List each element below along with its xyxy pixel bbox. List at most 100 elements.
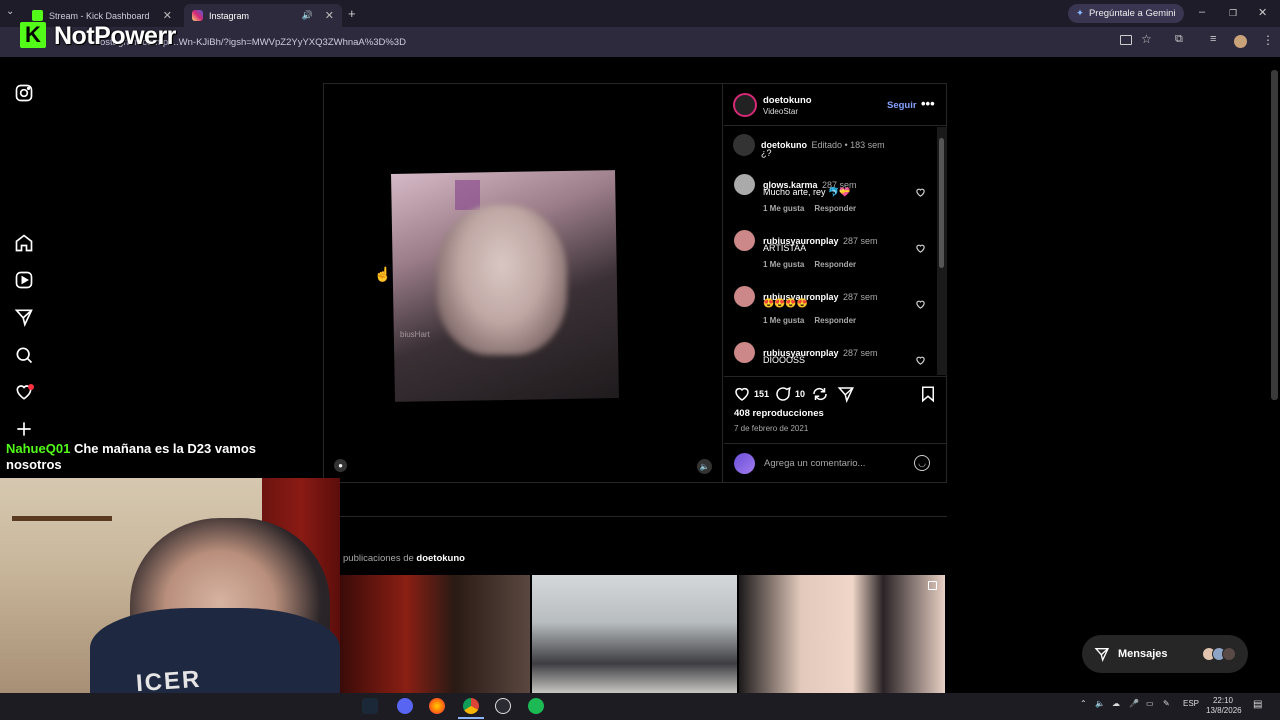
chrome-icon[interactable] xyxy=(463,698,479,714)
network-tray-icon[interactable]: ▭ xyxy=(1146,699,1154,708)
post-author-username[interactable]: doetokuno xyxy=(763,95,812,106)
steam-icon[interactable] xyxy=(362,698,378,714)
pen-tray-icon[interactable]: ✎ xyxy=(1163,699,1170,708)
instagram-favicon-icon xyxy=(192,10,203,21)
comment-text: Mucho arte, rey 🐬💝 xyxy=(763,187,851,197)
hoodie-print: ICER xyxy=(135,665,203,693)
comment-text: DIOOOSS xyxy=(763,355,806,365)
messages-button[interactable]: Mensajes xyxy=(1082,635,1248,673)
save-bookmark-icon[interactable] xyxy=(919,385,937,403)
bookmark-star-icon[interactable]: ☆ xyxy=(1141,32,1152,46)
post-thumbnail[interactable] xyxy=(739,575,945,693)
create-plus-icon[interactable] xyxy=(14,419,34,439)
hand-in-video xyxy=(437,205,567,355)
reply-button[interactable]: Responder xyxy=(814,316,856,325)
maximize-icon[interactable]: ❐ xyxy=(1229,8,1237,19)
comment-likes[interactable]: 1 Me gusta xyxy=(763,204,804,213)
more-posts-heading: publicaciones de doetokuno xyxy=(343,553,465,564)
clock[interactable]: 22:10 13/8/2026 xyxy=(1206,696,1242,716)
mouse-cursor-icon: ☝ xyxy=(374,266,392,282)
like-heart-icon[interactable] xyxy=(733,385,751,403)
profile-avatar[interactable] xyxy=(1234,35,1247,48)
comment-count[interactable]: 10 xyxy=(795,389,805,399)
comment-like-heart-icon[interactable] xyxy=(915,299,926,310)
reply-button[interactable]: Responder xyxy=(814,260,856,269)
discord-icon[interactable] xyxy=(397,698,413,714)
volume-tray-icon[interactable]: 🔈 xyxy=(1095,699,1105,708)
tagged-users-icon[interactable]: ● xyxy=(334,459,347,472)
active-app-indicator xyxy=(458,717,484,719)
input-divider xyxy=(724,443,946,444)
emoji-picker-icon[interactable]: ◡ xyxy=(914,455,930,471)
direct-messages-icon[interactable] xyxy=(14,307,34,327)
comment-text: ARTISTAA xyxy=(763,243,807,253)
new-tab-icon[interactable]: + xyxy=(348,6,356,21)
reading-list-icon[interactable]: ≡ xyxy=(1210,33,1216,45)
cloud-tray-icon[interactable]: ☁ xyxy=(1112,699,1120,708)
post-thumbnail[interactable] xyxy=(532,575,737,693)
browser-menu-icon[interactable]: ⋮ xyxy=(1262,33,1274,47)
search-icon[interactable] xyxy=(14,345,34,365)
comment-bubble-icon[interactable] xyxy=(774,385,792,403)
caption-meta: Editado • 183 sem xyxy=(811,140,885,150)
comments-scroll-thumb[interactable] xyxy=(939,138,944,268)
more-posts-prefix: publicaciones de xyxy=(343,553,414,564)
reels-icon[interactable] xyxy=(14,270,34,290)
background-poster xyxy=(455,180,480,210)
audio-playing-icon[interactable]: 🔊 xyxy=(302,10,313,21)
comment-avatar[interactable] xyxy=(734,342,755,363)
follow-button[interactable]: Seguir xyxy=(887,100,917,111)
post-thumbnail[interactable] xyxy=(340,575,530,693)
gemini-button[interactable]: ✦ Pregúntale a Gemini xyxy=(1068,4,1184,23)
stream-chat-message: NahueQ01 Che mañana es la D23 vamos noso… xyxy=(6,441,306,473)
like-count[interactable]: 151 xyxy=(754,389,769,399)
minimize-icon[interactable]: – xyxy=(1199,6,1205,18)
more-posts-user[interactable]: doetokuno xyxy=(416,553,465,564)
comment-likes[interactable]: 1 Me gusta xyxy=(763,316,804,325)
comment-meta: 287 sem xyxy=(842,236,878,246)
messages-label: Mensajes xyxy=(1118,648,1168,660)
tab-list-chevron-icon[interactable]: ⌄ xyxy=(6,6,14,17)
post-audio-label[interactable]: VideoStar xyxy=(763,107,798,116)
reply-button[interactable]: Responder xyxy=(814,204,856,213)
share-send-icon[interactable] xyxy=(837,385,855,403)
avatar xyxy=(1222,647,1236,661)
firefox-icon[interactable] xyxy=(429,698,445,714)
comment-likes[interactable]: 1 Me gusta xyxy=(763,260,804,269)
tray-chevron-icon[interactable]: ⌃ xyxy=(1080,699,1087,708)
mic-tray-icon[interactable]: 🎤 xyxy=(1129,699,1139,708)
install-app-icon[interactable] xyxy=(1120,35,1132,45)
close-window-icon[interactable]: ✕ xyxy=(1258,6,1267,19)
instagram-logo-icon[interactable] xyxy=(14,83,34,103)
mute-toggle-icon[interactable]: 🔈 xyxy=(697,459,712,474)
comment-meta: 287 sem xyxy=(842,348,878,358)
close-tab-icon[interactable]: ✕ xyxy=(163,9,172,22)
comment-avatar[interactable] xyxy=(734,230,755,251)
header-divider xyxy=(724,125,946,126)
more-options-icon[interactable]: ••• xyxy=(921,96,935,111)
current-user-avatar[interactable] xyxy=(734,453,755,474)
notification-center-icon[interactable]: ▤ xyxy=(1253,699,1262,710)
notification-dot xyxy=(28,384,34,390)
post-date[interactable]: 7 de febrero de 2021 xyxy=(734,424,808,433)
language-indicator[interactable]: ESP xyxy=(1183,699,1199,708)
view-count[interactable]: 408 reproducciones xyxy=(734,408,824,419)
tab-instagram[interactable]: Instagram 🔊 ✕ xyxy=(184,4,342,27)
home-icon[interactable] xyxy=(14,233,34,253)
caption-avatar[interactable] xyxy=(733,134,755,156)
comment-avatar[interactable] xyxy=(734,286,755,307)
repost-icon[interactable] xyxy=(811,385,829,403)
comment-avatar[interactable] xyxy=(734,174,755,195)
add-comment-input[interactable]: Agrega un comentario... xyxy=(764,458,865,469)
caption-header: doetokuno Editado • 183 sem xyxy=(761,135,885,153)
comment-like-heart-icon[interactable] xyxy=(915,243,926,254)
obs-icon[interactable] xyxy=(495,698,511,714)
post-author-avatar[interactable] xyxy=(733,93,757,117)
comment-like-heart-icon[interactable] xyxy=(915,187,926,198)
chat-username: NahueQ01 xyxy=(6,441,71,456)
comment-like-heart-icon[interactable] xyxy=(915,355,926,366)
page-scrollbar[interactable] xyxy=(1271,70,1278,400)
extensions-icon[interactable]: ⧉ xyxy=(1175,33,1183,46)
spotify-icon[interactable] xyxy=(528,698,544,714)
close-tab-icon[interactable]: ✕ xyxy=(325,9,334,22)
